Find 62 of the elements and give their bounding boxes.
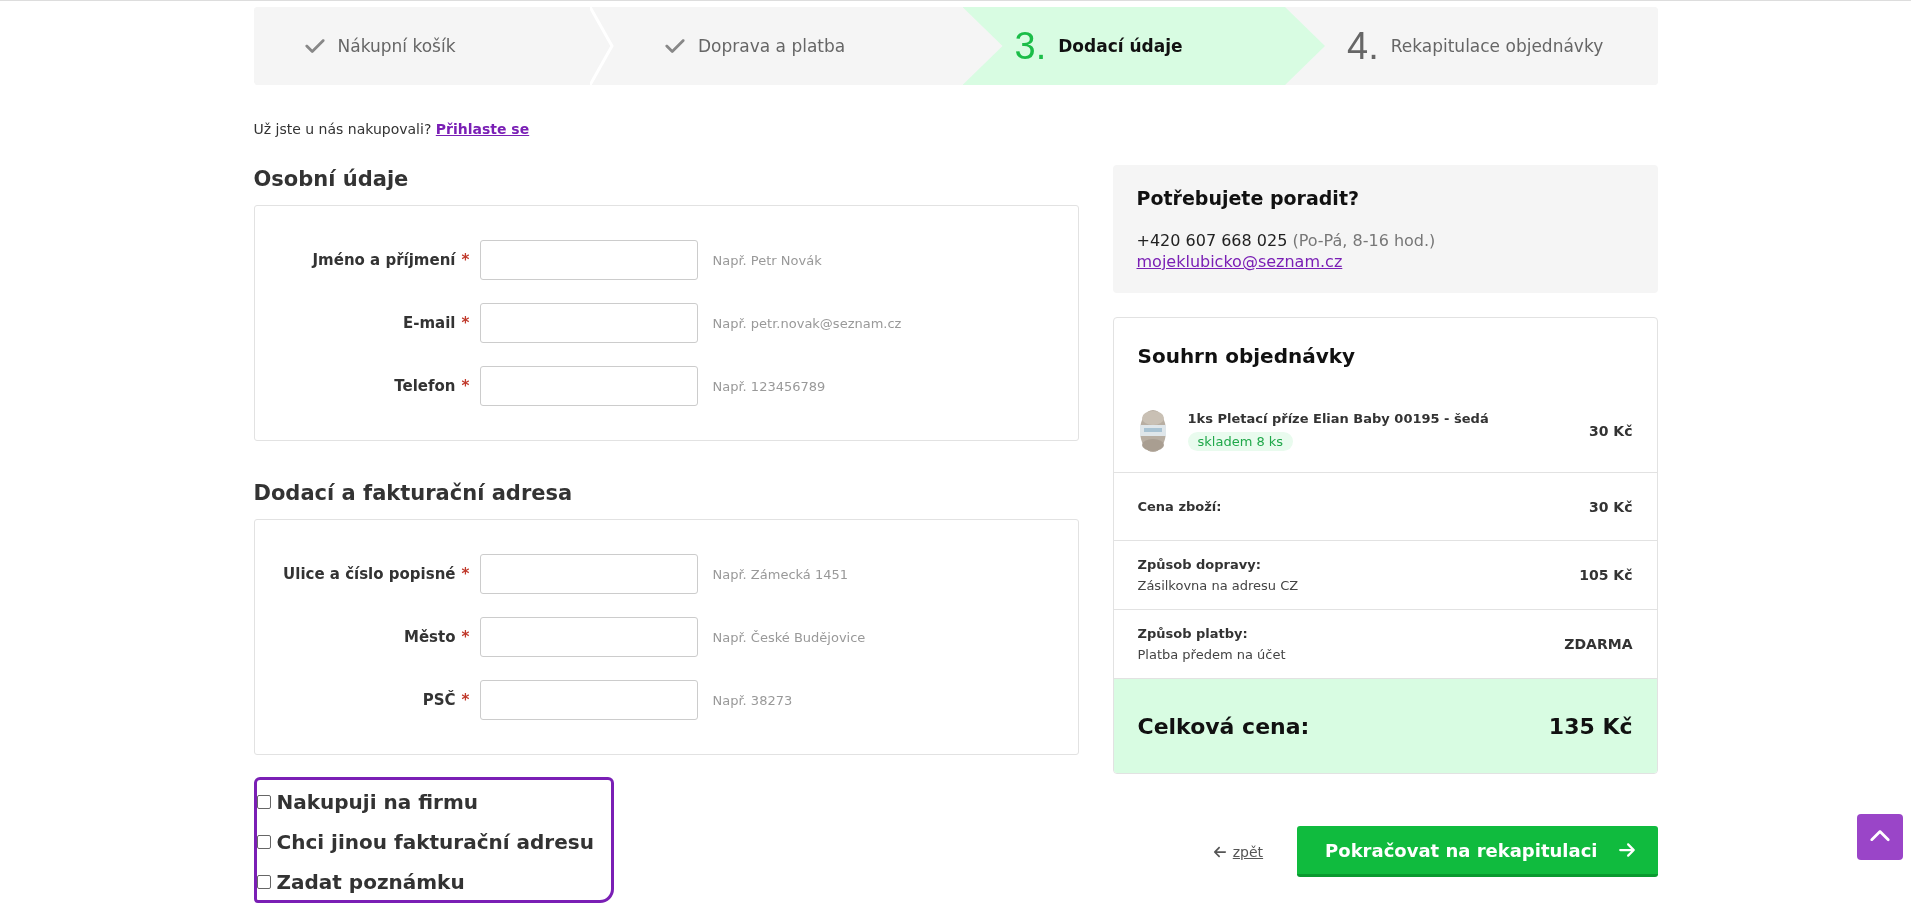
checkbox[interactable] <box>256 795 271 809</box>
step-label: Nákupní košík <box>337 36 456 56</box>
field-label: Město <box>403 628 457 646</box>
section-title: Osobní údaje <box>253 167 410 191</box>
login-link[interactable]: Přihlaste se <box>435 121 530 137</box>
required-mark: * <box>461 565 471 583</box>
arrow-left-icon <box>1212 844 1227 859</box>
checkbox[interactable] <box>256 835 271 849</box>
checkbox-label: Nakupuji na firmu <box>276 790 478 814</box>
total-label: Celková cena: <box>1137 713 1310 739</box>
email-link[interactable]: mojeklubicko@seznam.cz <box>1136 252 1634 271</box>
product-price: 30 Kč <box>1589 423 1633 439</box>
login-prompt: Už jste u nás nakupovali? Přihlaste se <box>253 121 531 137</box>
field-hint: Např. České Budějovice <box>712 629 867 645</box>
input-field[interactable] <box>479 680 698 720</box>
input-field[interactable] <box>479 617 698 657</box>
step-label: Doprava a platba <box>698 36 846 56</box>
stock-badge: skladem 8 ks <box>1187 432 1294 451</box>
summary-detail: Platba předem na účet <box>1137 647 1286 662</box>
opening-hours: (Po-Pá, 8-16 hod.) <box>1292 231 1436 250</box>
summary-title: Souhrn objednávky <box>1136 343 1357 370</box>
field-hint: Např. Petr Novák <box>712 252 823 268</box>
field-hint: Např. petr.novak@seznam.cz <box>712 315 903 331</box>
required-mark: * <box>461 628 471 646</box>
step-label: Dodací údaje <box>1058 36 1183 56</box>
checkbox-label: Zadat poznámku <box>276 870 465 894</box>
step-number: 3. <box>1014 24 1047 68</box>
arrow-right-icon <box>1617 841 1636 859</box>
summary-detail: Zásilkovna na adresu CZ <box>1137 578 1299 593</box>
total-value: 135 Kč <box>1548 713 1633 739</box>
required-mark: * <box>461 314 471 332</box>
field-label: Jméno a příjmení <box>310 251 457 269</box>
required-mark: * <box>461 691 471 709</box>
field-label: PSČ <box>421 691 457 709</box>
step-label: Rekapitulace objednávky <box>1390 36 1604 56</box>
field-label: Telefon <box>393 377 457 395</box>
phone-number: +420 607 668 025 <box>1136 231 1288 250</box>
summary-value: ZDARMA <box>1564 636 1633 652</box>
field-hint: Např. 123456789 <box>712 378 827 394</box>
summary-label: Způsob dopravy: <box>1137 557 1262 572</box>
required-mark: * <box>461 377 471 395</box>
input-field[interactable] <box>479 303 698 343</box>
checkbox-label: Chci jinou fakturační adresu <box>276 830 594 854</box>
summary-label: Cena zboží: <box>1137 499 1222 514</box>
input-field[interactable] <box>479 554 698 594</box>
scroll-top-button[interactable] <box>1857 814 1903 860</box>
input-field[interactable] <box>479 240 698 280</box>
required-mark: * <box>461 251 471 269</box>
summary-label: Způsob platby: <box>1137 626 1249 641</box>
section-title: Dodací a fakturační adresa <box>253 481 574 505</box>
input-field[interactable] <box>479 366 698 406</box>
field-label: Ulice a číslo popisné <box>282 565 457 583</box>
field-label: E-mail <box>402 314 457 332</box>
help-title: Potřebujete poradit? <box>1136 187 1360 209</box>
summary-value: 105 Kč <box>1579 567 1633 583</box>
back-link[interactable]: zpět <box>1212 843 1264 860</box>
summary-value: 30 Kč <box>1589 498 1633 515</box>
step-number: 4. <box>1347 24 1379 68</box>
field-hint: Např. 38273 <box>712 692 794 708</box>
field-hint: Např. Zámecká 1451 <box>712 566 850 582</box>
product-name: 1ks Pletací příze Elian Baby 00195 - šedá <box>1187 411 1489 426</box>
checkbox[interactable] <box>256 875 271 889</box>
